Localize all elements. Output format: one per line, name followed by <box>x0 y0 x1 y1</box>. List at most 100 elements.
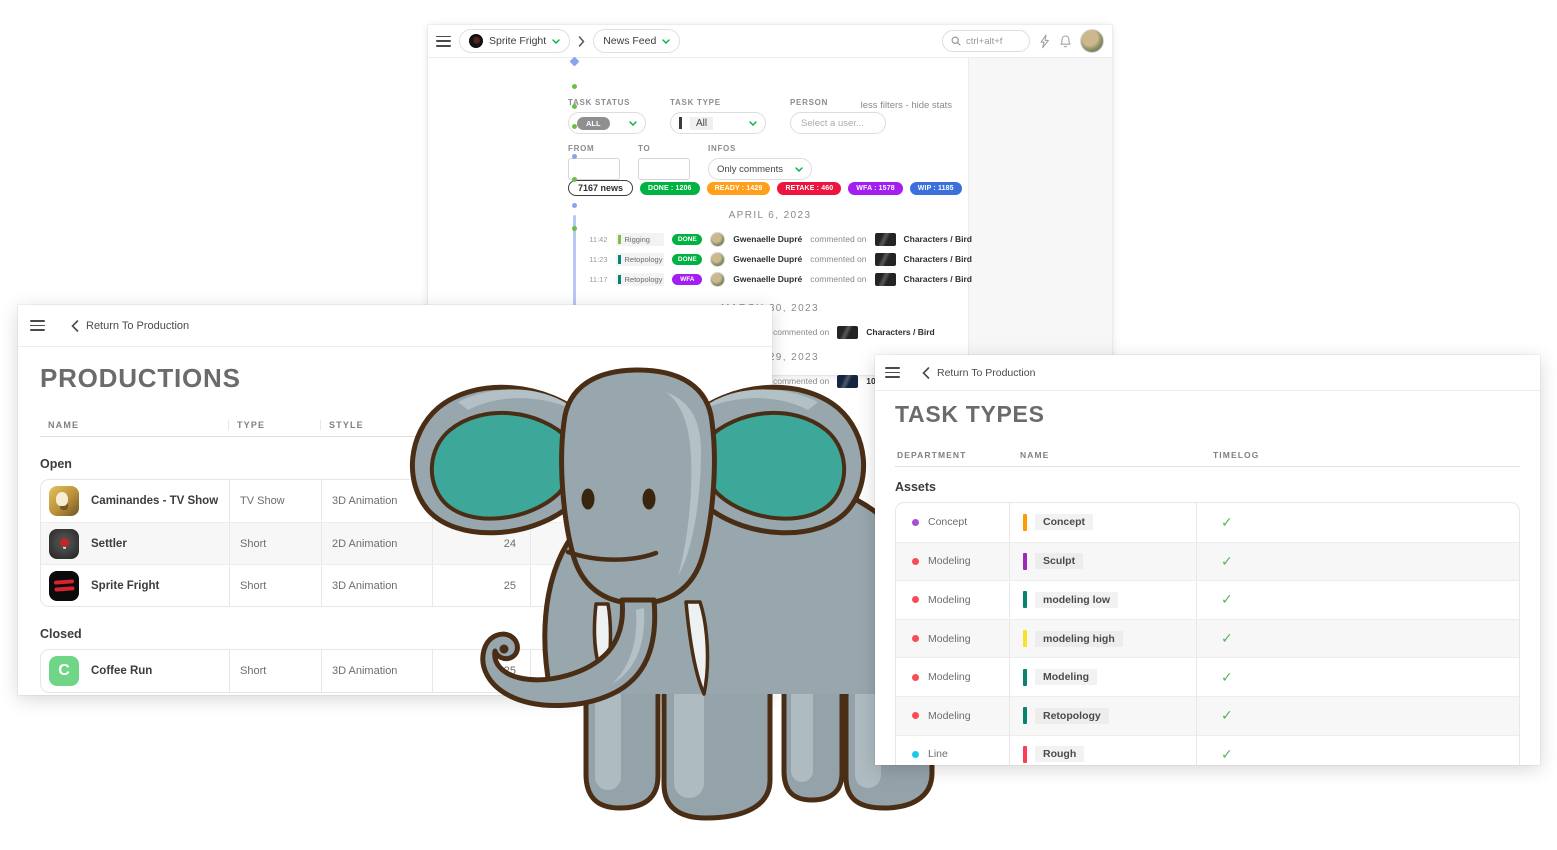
timelog-cell: ✓ <box>1196 620 1519 658</box>
menu-icon[interactable] <box>436 36 451 47</box>
entity-name: Characters / Bird <box>866 327 935 337</box>
entry-time: 11:17 <box>588 275 608 284</box>
task-type-name-cell: modeling low <box>1009 581 1196 619</box>
entity-thumbnail <box>875 233 896 246</box>
timelog-cell: ✓ <box>1196 543 1519 581</box>
production-select[interactable]: Sprite Fright <box>459 29 570 53</box>
status-badge: WFA <box>672 274 702 285</box>
task-type-row[interactable]: ConceptConcept✓ <box>896 503 1519 542</box>
department-cell: Modeling <box>896 543 1009 581</box>
task-type-chip: Rigging <box>616 233 665 246</box>
task-type-color-bar <box>1023 707 1027 724</box>
news-stats-row: 7167 news DONE : 1206READY : 1429RETAKE … <box>568 180 962 196</box>
task-type-label: Retopology <box>625 275 663 284</box>
user-avatar[interactable] <box>1080 29 1104 53</box>
person-avatar <box>710 252 725 267</box>
person-input[interactable] <box>790 112 886 134</box>
timelog-cell: ✓ <box>1196 697 1519 735</box>
task-status-value: ALL <box>577 117 610 130</box>
person-avatar <box>710 272 725 287</box>
department-name: Modeling <box>928 633 971 645</box>
timeline-dot-icon <box>572 226 577 231</box>
search-input[interactable]: ctrl+alt+f <box>942 30 1030 52</box>
filter-label: PERSON <box>790 98 886 107</box>
department-cell: Line <box>896 736 1009 765</box>
department-color-dot <box>912 635 919 642</box>
back-link-label: Return To Production <box>86 320 189 332</box>
infos-select[interactable]: Only comments <box>708 158 812 180</box>
chevron-down-icon <box>552 39 560 44</box>
to-date-input[interactable] <box>638 158 690 180</box>
chevron-down-icon <box>629 121 637 126</box>
department-color-dot <box>912 674 919 681</box>
person-name: Gwenaelle Dupré <box>733 254 802 264</box>
task-type-row[interactable]: Modelingmodeling high✓ <box>896 619 1519 658</box>
task-type-color-bar <box>618 255 621 264</box>
task-type-row[interactable]: ModelingSculpt✓ <box>896 542 1519 581</box>
entity-thumbnail <box>875 253 896 266</box>
person-name: Gwenaelle Dupré <box>733 234 802 244</box>
production-thumbnail <box>49 571 79 601</box>
task-status-select[interactable]: ALL <box>568 112 646 134</box>
flash-icon[interactable] <box>1038 34 1051 49</box>
filter-task-type: TASK TYPE All <box>670 98 766 134</box>
task-type-color-bar <box>1023 514 1027 531</box>
chevron-left-icon <box>922 367 930 379</box>
production-name: Caminandes - TV Show <box>91 495 218 507</box>
task-type-row[interactable]: LineRough✓ <box>896 735 1519 765</box>
bell-icon[interactable] <box>1059 34 1072 49</box>
task-type-chip: Retopology <box>616 253 665 266</box>
task-types-topbar: Return To Production <box>875 355 1540 391</box>
filter-infos: INFOS Only comments <box>708 144 812 180</box>
entry-action: commented on <box>773 327 829 337</box>
department-name: Concept <box>928 516 967 528</box>
entity-name: Characters / Bird <box>904 274 973 284</box>
production-thumbnail <box>49 529 79 559</box>
check-icon: ✓ <box>1221 514 1233 531</box>
page-select[interactable]: News Feed <box>593 29 680 53</box>
timeline-dot-icon <box>572 84 577 89</box>
check-icon: ✓ <box>1221 707 1233 724</box>
chevron-right-icon <box>578 36 585 47</box>
news-feed-topbar: Sprite Fright News Feed ctrl+alt+f <box>428 25 1112 58</box>
timelog-cell: ✓ <box>1196 581 1519 619</box>
task-type-name: Retopology <box>1035 708 1109 724</box>
status-count-badge: READY : 1429 <box>707 182 771 195</box>
check-icon: ✓ <box>1221 591 1233 608</box>
department-name: Modeling <box>928 710 971 722</box>
production-avatar-icon <box>469 34 483 48</box>
back-link[interactable]: Return To Production <box>71 320 189 332</box>
timeline-date: APRIL 6, 2023 <box>568 210 972 222</box>
news-feed-entry[interactable]: 11:17RetopologyWFAGwenaelle Duprécomment… <box>588 272 972 286</box>
news-feed-entry[interactable]: 11:42RiggingDONEGwenaelle Duprécommented… <box>588 232 972 246</box>
production-name-cell: Sprite Fright <box>41 565 229 606</box>
timelog-cell: ✓ <box>1196 658 1519 696</box>
timeline-dot-icon <box>572 154 577 159</box>
department-cell: Modeling <box>896 581 1009 619</box>
elephant-illustration <box>398 360 958 822</box>
chevron-down-icon <box>795 167 803 172</box>
news-count-badge: 7167 news <box>568 180 633 196</box>
person-avatar <box>710 232 725 247</box>
page-select-value: News Feed <box>603 35 656 47</box>
task-type-name: Rough <box>1035 746 1084 762</box>
task-type-row[interactable]: Modeling Retopology ✓ <box>896 696 1519 735</box>
menu-icon[interactable] <box>30 320 45 331</box>
menu-icon[interactable] <box>885 367 900 378</box>
filter-label: TO <box>638 144 690 153</box>
entry-time: 11:42 <box>588 235 608 244</box>
timeline-dot-icon <box>572 104 577 109</box>
news-feed-entry[interactable]: 11:23RetopologyDONEGwenaelle Duprécommen… <box>588 252 972 266</box>
task-type-select[interactable]: All <box>670 112 766 134</box>
task-type-row[interactable]: Modelingmodeling low ✓ <box>896 580 1519 619</box>
production-thumbnail: C <box>49 656 79 686</box>
status-badge: DONE <box>672 234 702 245</box>
department-color-dot <box>912 596 919 603</box>
back-link[interactable]: Return To Production <box>922 367 1035 379</box>
timeline-dot-icon <box>572 177 577 182</box>
search-placeholder: ctrl+alt+f <box>966 36 1002 47</box>
column-header-name: NAME <box>1008 450 1195 460</box>
production-name-cell: Settler <box>41 523 229 564</box>
task-type-row[interactable]: ModelingModeling✓ <box>896 657 1519 696</box>
column-header-timelog: TIMELOG <box>1195 450 1520 460</box>
